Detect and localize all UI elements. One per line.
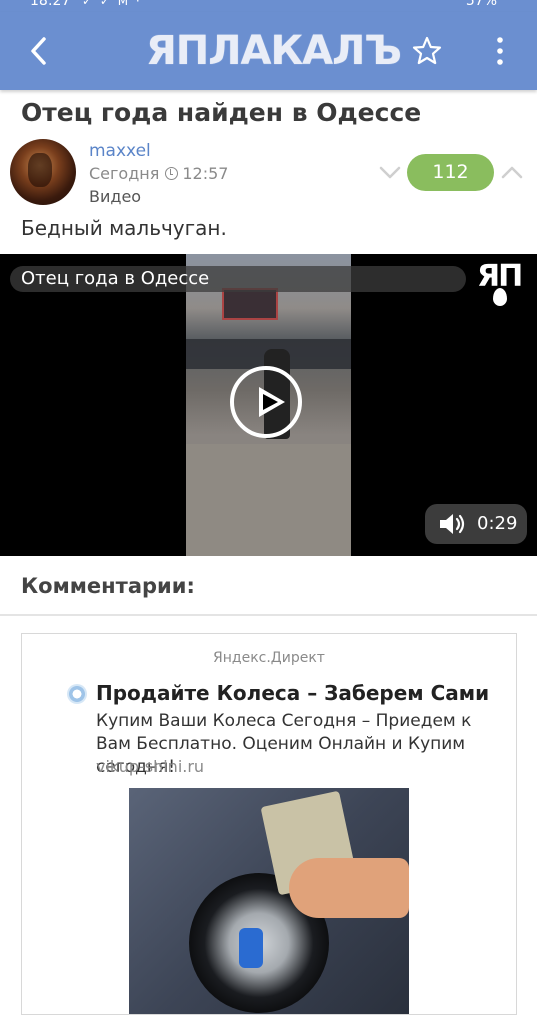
video-title: Отец года в Одессе xyxy=(21,268,210,289)
back-arrow-icon[interactable] xyxy=(24,34,54,68)
vote-up-chevron-icon[interactable] xyxy=(500,162,524,182)
play-button[interactable] xyxy=(230,366,302,438)
author-name[interactable]: maxxel xyxy=(89,141,151,161)
video-duration: 0:29 xyxy=(477,513,518,534)
rating-badge: 112 xyxy=(407,154,494,191)
app-logo: ЯПЛАКАЛЪ xyxy=(146,28,402,74)
tire-icon xyxy=(67,684,87,704)
status-bar: 18:27 ✓ ✓ M · 57% xyxy=(0,0,537,12)
drop-icon xyxy=(493,288,507,306)
more-options-icon[interactable] xyxy=(490,34,510,68)
battery-percent: 57% xyxy=(465,0,497,9)
speaker-icon[interactable] xyxy=(438,512,468,536)
comments-heading: Комментарии: xyxy=(21,574,195,598)
video-player[interactable]: Отец года в Одессе ЯП 0:29 xyxy=(0,254,537,556)
notification-icons: ✓ ✓ M · xyxy=(82,0,142,8)
post-description: Бедный мальчуган. xyxy=(21,216,227,240)
avatar[interactable] xyxy=(10,139,76,205)
post-category[interactable]: Видео xyxy=(89,187,141,206)
clock-icon xyxy=(165,167,179,180)
ad-image-hand xyxy=(289,858,409,918)
status-time: 18:27 xyxy=(30,0,71,9)
ad-image-brake xyxy=(239,928,263,968)
post-meta: Сегодня 12:57 xyxy=(89,164,228,183)
star-icon[interactable] xyxy=(410,34,444,68)
ad-block[interactable]: Яндекс.Директ Продайте Колеса – Заберем … xyxy=(21,633,517,1015)
ad-url[interactable]: vikup-shini.ru xyxy=(96,757,204,776)
app-bar: ЯПЛАКАЛЪ xyxy=(0,12,537,90)
ad-headline[interactable]: Продайте Колеса – Заберем Сами xyxy=(96,681,489,705)
ad-image[interactable] xyxy=(129,788,409,1014)
post-date: Сегодня xyxy=(89,164,160,183)
post-time: 12:57 xyxy=(182,164,229,183)
video-frame-sign xyxy=(222,288,278,320)
ad-source-label: Яндекс.Директ xyxy=(213,650,325,666)
post-title: Отец года найден в Одессе xyxy=(21,98,422,127)
vote-down-chevron-icon[interactable] xyxy=(378,162,402,182)
video-frame-road xyxy=(186,444,351,556)
divider xyxy=(0,614,537,616)
